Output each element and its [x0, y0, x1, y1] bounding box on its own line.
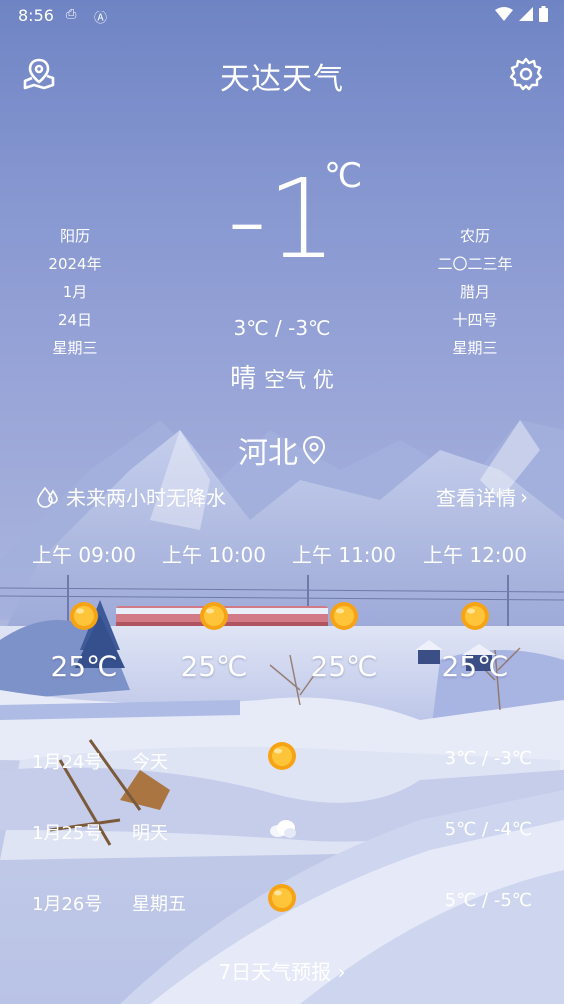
signal-icon — [519, 7, 533, 21]
lunar-month: 腊月 — [459, 283, 490, 301]
chevron-right-icon: › — [337, 960, 346, 984]
gear-icon — [509, 57, 543, 91]
solar-weekday: 星期三 — [52, 339, 98, 357]
view-details-link[interactable]: 查看详情 › — [436, 482, 528, 511]
hourly-item: 上午 11:00 25℃ — [279, 540, 409, 683]
precipitation-forecast: 未来两小时无降水 — [36, 482, 226, 511]
cloud-icon — [270, 820, 296, 838]
lunar-day: 十四号 — [452, 311, 498, 329]
wifi-icon — [495, 7, 513, 21]
hour-temp: 25℃ — [50, 650, 118, 683]
hour-time: 上午 10:00 — [162, 543, 266, 567]
sun-icon — [70, 602, 98, 630]
sun-icon — [268, 742, 296, 770]
seven-day-forecast-link[interactable]: 7日天气预报 › — [0, 956, 564, 985]
notification-icon: ⎙ — [66, 7, 77, 22]
day-temp-range: 5℃ / -4℃ — [444, 819, 532, 840]
hour-time: 上午 12:00 — [423, 543, 527, 567]
city-name: 河北 — [238, 436, 298, 471]
solar-label: 阳历 — [59, 227, 90, 245]
day-name: 今天 — [132, 752, 168, 773]
hour-temp: 25℃ — [180, 650, 248, 683]
sun-icon — [268, 884, 296, 912]
lunar-weekday: 星期三 — [452, 339, 498, 357]
day-date: 1月25号 — [32, 823, 103, 844]
day-date: 1月26号 — [32, 894, 103, 915]
temperature-unit: ℃ — [324, 156, 363, 196]
day-temp-range: 5℃ / -5℃ — [444, 890, 532, 911]
day-temp-range: 3℃ / -3℃ — [444, 748, 532, 769]
hourly-item: 上午 10:00 25℃ — [149, 540, 279, 683]
daily-forecast-row[interactable]: 1月26号 星期五 5℃ / -5℃ — [32, 882, 532, 918]
status-time: 8:56 — [18, 6, 54, 25]
location-pin-icon — [302, 435, 326, 465]
status-bar: 8:56 ⎙ Ⓐ — [0, 0, 564, 32]
day-name: 星期五 — [132, 894, 186, 915]
air-quality: 空气 优 — [264, 368, 334, 392]
day-name: 明天 — [132, 823, 168, 844]
solar-day: 24日 — [57, 311, 93, 329]
lunar-year: 二〇二三年 — [437, 255, 513, 273]
precipitation-text: 未来两小时无降水 — [66, 486, 226, 510]
hour-time: 上午 11:00 — [292, 543, 396, 567]
chevron-right-icon: › — [520, 484, 528, 509]
daily-forecast-row[interactable]: 1月25号 明天 5℃ / -4℃ — [32, 811, 532, 847]
city-selector[interactable]: 河北 — [0, 428, 564, 472]
solar-month: 1月 — [62, 283, 88, 301]
settings-button[interactable] — [506, 54, 546, 94]
app-notification-icon: Ⓐ — [94, 11, 108, 26]
hour-temp: 25℃ — [441, 650, 509, 683]
view-details-label: 查看详情 — [436, 486, 516, 510]
weather-condition: 晴空气 优 — [0, 358, 564, 395]
daily-forecast-row[interactable]: 1月24号 今天 3℃ / -3℃ — [32, 740, 532, 776]
sun-icon — [461, 602, 489, 630]
sun-icon — [200, 602, 228, 630]
app-title: 天达天气 — [220, 62, 344, 97]
lunar-label: 农历 — [459, 227, 490, 245]
solar-calendar: 阳历 2024年 1月 24日 星期三 — [0, 222, 150, 362]
status-indicators — [495, 6, 548, 22]
hour-temp: 25℃ — [310, 650, 378, 683]
hourly-item: 上午 12:00 25℃ — [410, 540, 540, 683]
sun-icon — [330, 602, 358, 630]
condition-text: 晴 — [230, 364, 257, 394]
hour-time: 上午 09:00 — [32, 543, 136, 567]
hourly-item: 上午 09:00 25℃ — [19, 540, 149, 683]
day-date: 1月24号 — [32, 752, 103, 773]
solar-year: 2024年 — [48, 255, 102, 273]
raindrop-icon — [37, 486, 58, 508]
lunar-calendar: 农历 二〇二三年 腊月 十四号 星期三 — [400, 222, 550, 362]
seven-day-forecast-label: 7日天气预报 — [218, 960, 332, 984]
battery-icon — [539, 6, 548, 22]
